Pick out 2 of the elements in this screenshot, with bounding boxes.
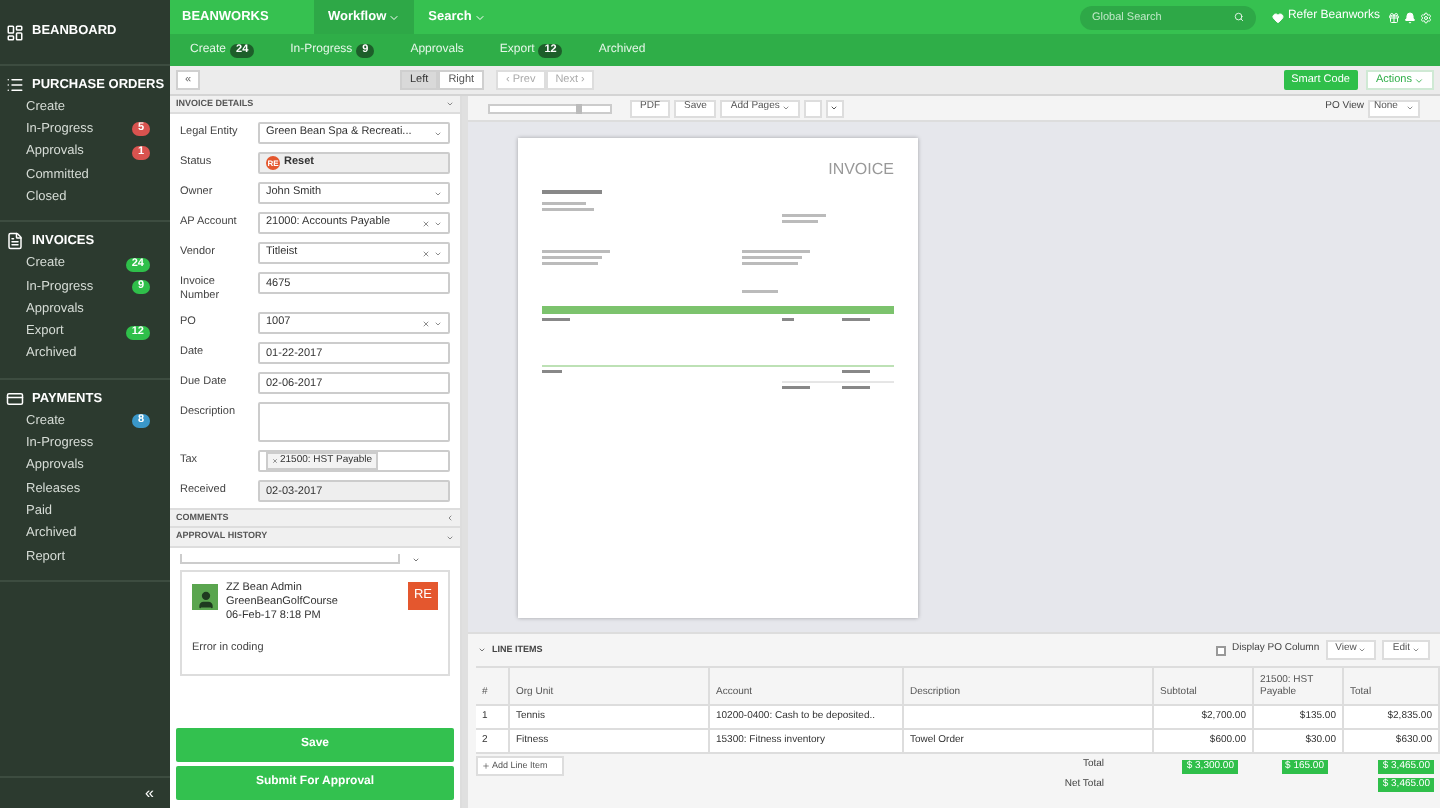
invoice-title: INVOICE (828, 158, 894, 182)
collapse-button[interactable]: « (145, 781, 154, 805)
